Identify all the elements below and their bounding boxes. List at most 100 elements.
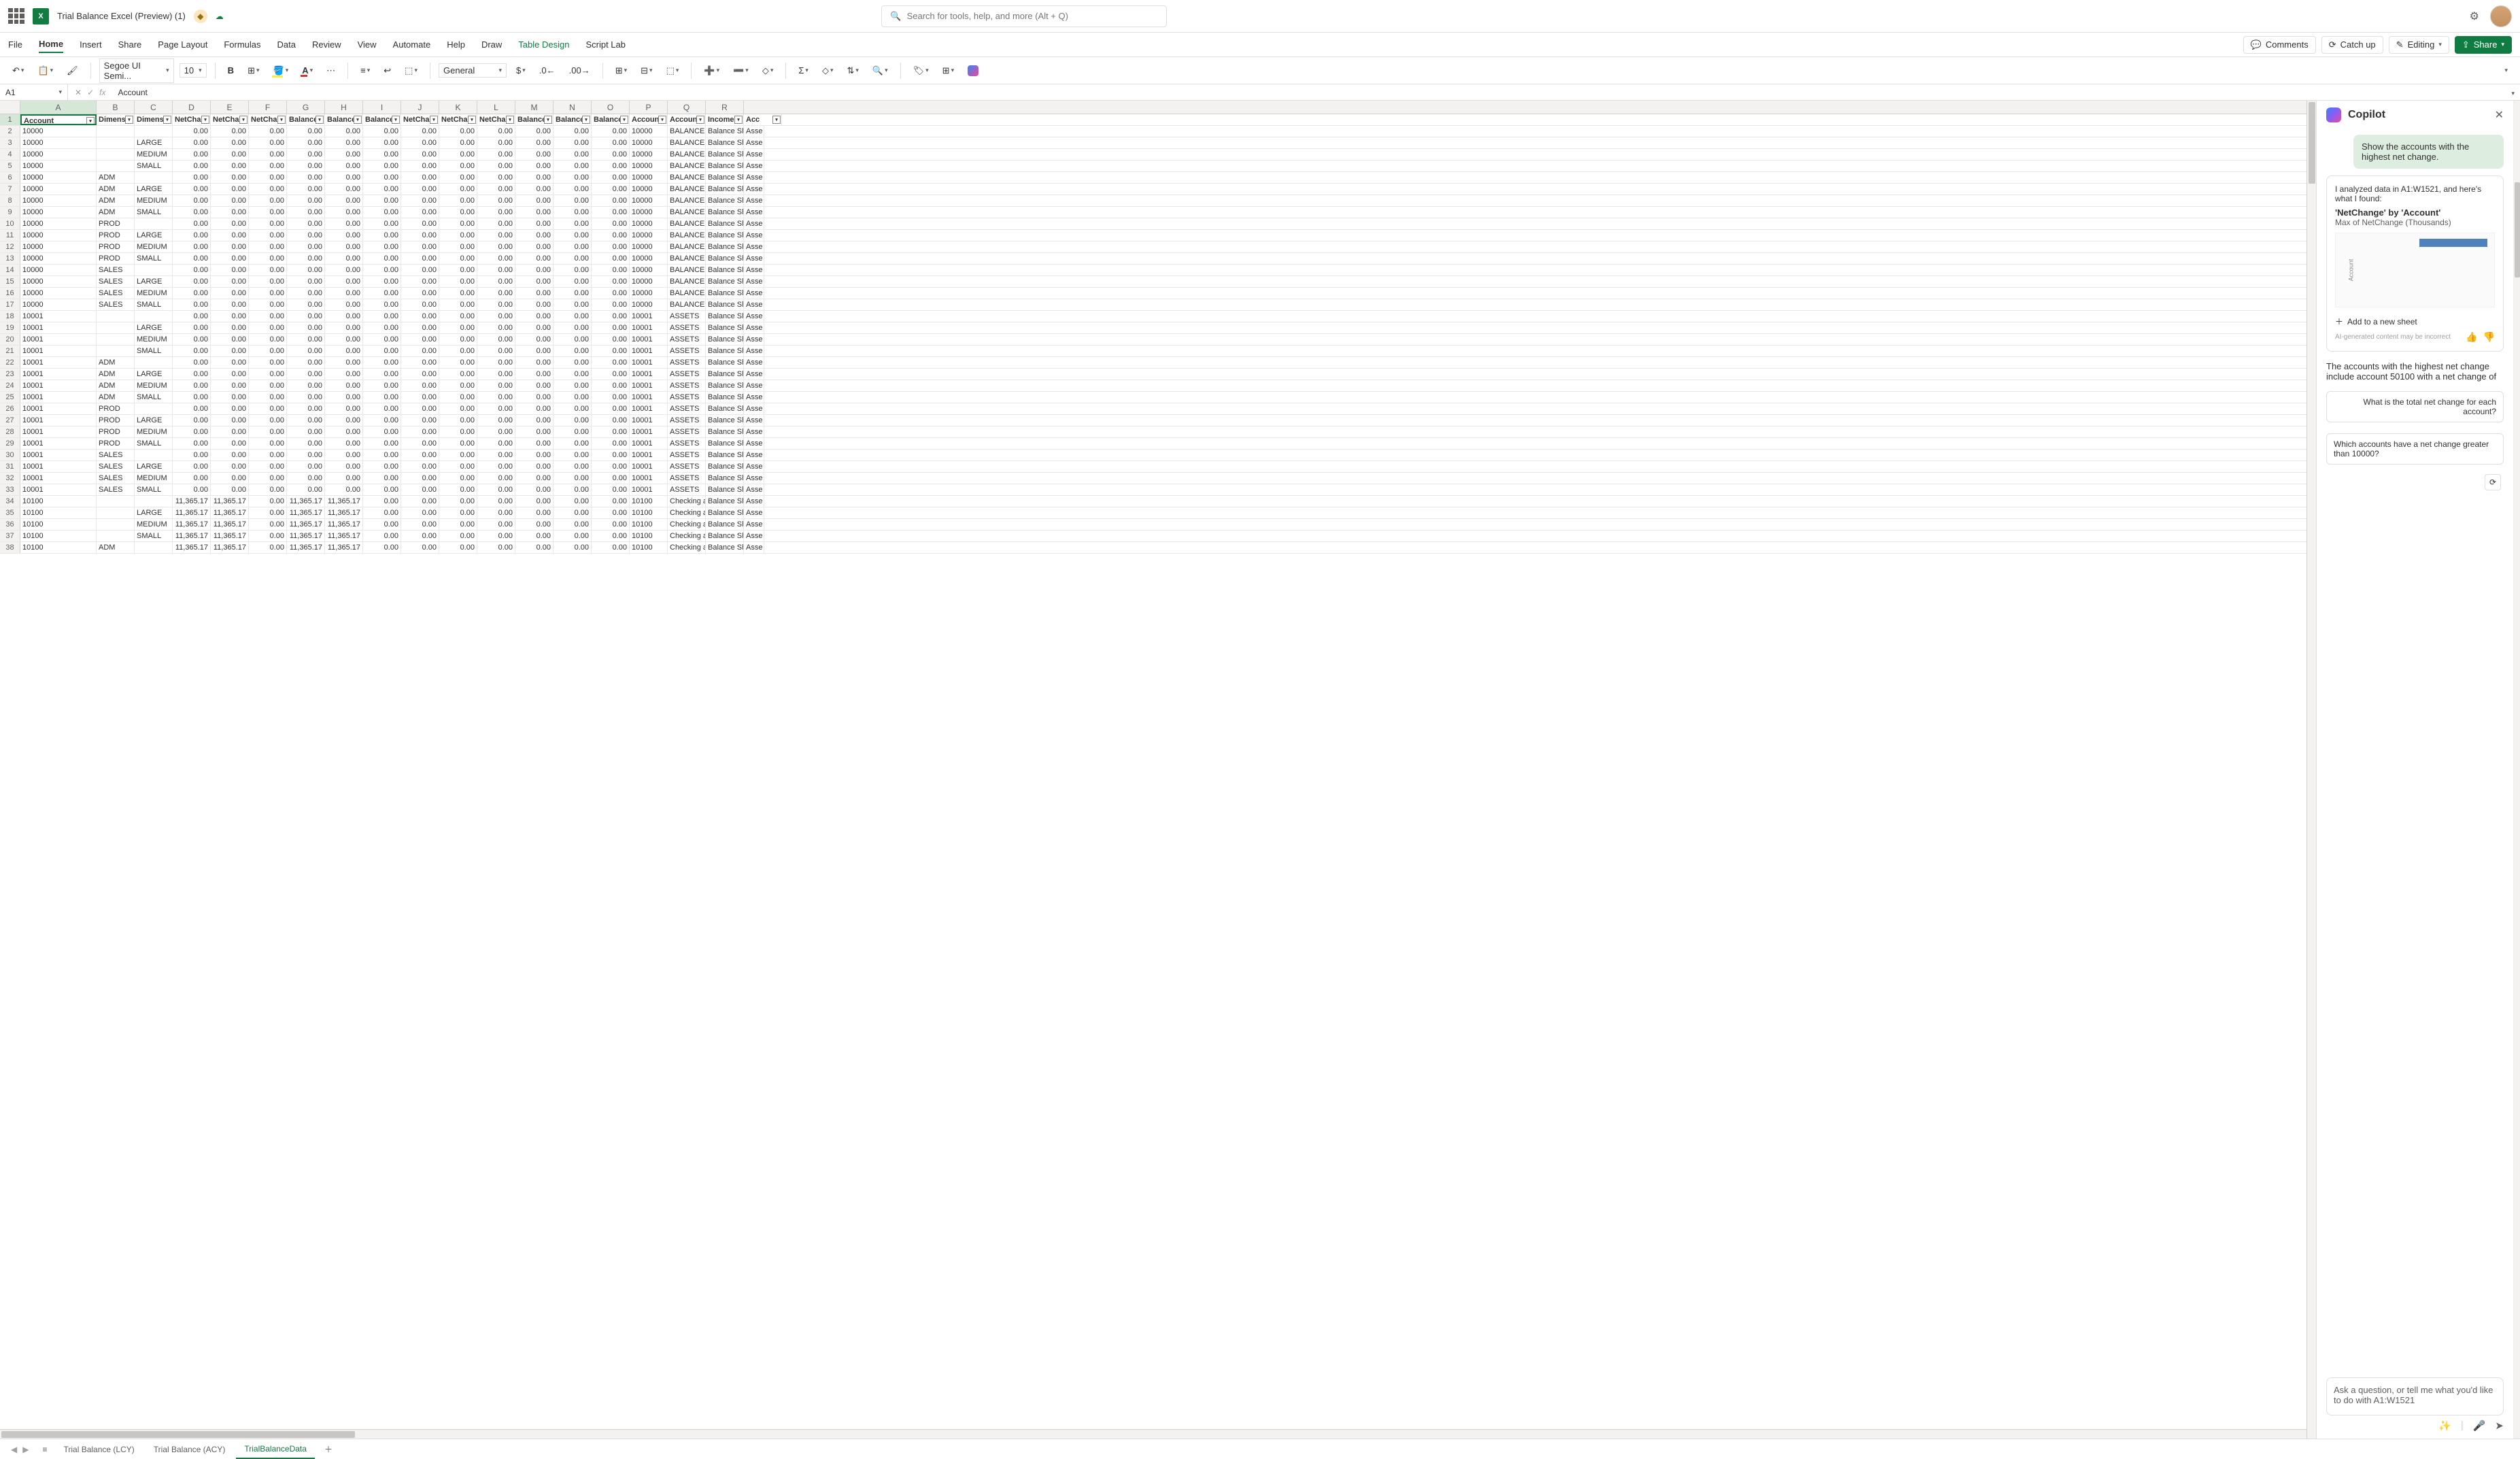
cell[interactable]: 10001 xyxy=(630,450,668,460)
cell[interactable]: PROD xyxy=(97,218,135,229)
cell[interactable]: 0.00 xyxy=(325,392,363,403)
cell[interactable]: Asse xyxy=(744,288,764,299)
cell[interactable]: 0.00 xyxy=(401,137,439,148)
cell[interactable] xyxy=(135,542,173,553)
cell[interactable]: 0.00 xyxy=(401,288,439,299)
cell[interactable]: 0.00 xyxy=(211,311,249,322)
cell[interactable]: 0.00 xyxy=(325,311,363,322)
cell[interactable]: 10001 xyxy=(20,450,97,460)
filter-icon[interactable]: ▾ xyxy=(544,116,552,124)
search-bar[interactable]: 🔍 xyxy=(881,5,1167,27)
tab-formulas[interactable]: Formulas xyxy=(224,37,260,52)
cell[interactable]: 10100 xyxy=(630,496,668,507)
cell[interactable]: Balance Sh xyxy=(706,531,744,541)
delete-button[interactable]: ➖▾ xyxy=(729,63,753,79)
cell[interactable]: 0.00 xyxy=(401,496,439,507)
spreadsheet-grid[interactable]: A B C D E F G H I J K L M N O P Q R 1Acc… xyxy=(0,101,2306,1439)
col-header-c[interactable]: C xyxy=(135,101,173,114)
row-header[interactable]: 23 xyxy=(0,369,20,380)
cell[interactable]: SALES xyxy=(97,484,135,495)
cell[interactable]: Asse xyxy=(744,161,764,171)
cell[interactable]: 0.00 xyxy=(401,149,439,160)
cell[interactable]: 0.00 xyxy=(401,184,439,195)
cell[interactable]: 0.00 xyxy=(439,230,477,241)
cell[interactable]: 10001 xyxy=(630,357,668,368)
cell[interactable]: Asse xyxy=(744,519,764,530)
cell[interactable]: 0.00 xyxy=(554,403,592,414)
cell[interactable]: 0.00 xyxy=(325,403,363,414)
cell[interactable]: BALANCE S xyxy=(668,218,706,229)
cell[interactable]: 0.00 xyxy=(325,357,363,368)
table-header-cell[interactable]: Accoun▾ xyxy=(668,114,706,125)
cell[interactable]: 0.00 xyxy=(477,438,515,449)
cell[interactable]: 0.00 xyxy=(173,403,211,414)
cell[interactable]: 10001 xyxy=(20,392,97,403)
cell[interactable]: 0.00 xyxy=(325,161,363,171)
filter-icon[interactable]: ▾ xyxy=(620,116,628,124)
cell[interactable]: BALANCE S xyxy=(668,195,706,206)
user-avatar[interactable] xyxy=(2490,5,2512,27)
cell[interactable]: 0.00 xyxy=(363,149,401,160)
cell[interactable]: PROD xyxy=(97,415,135,426)
row-header[interactable]: 15 xyxy=(0,276,20,287)
cell[interactable]: 10000 xyxy=(630,265,668,275)
cell[interactable]: 0.00 xyxy=(401,357,439,368)
cell[interactable]: 0.00 xyxy=(249,137,287,148)
cell[interactable]: 0.00 xyxy=(363,311,401,322)
cell[interactable]: LARGE xyxy=(135,230,173,241)
row-header[interactable]: 29 xyxy=(0,438,20,449)
cell[interactable]: 0.00 xyxy=(592,473,630,484)
table-header-cell[interactable]: Balance▾ xyxy=(363,114,401,125)
vertical-scrollbar[interactable] xyxy=(2306,101,2316,1439)
col-header-d[interactable]: D xyxy=(173,101,211,114)
copilot-close-button[interactable]: ✕ xyxy=(2495,108,2504,122)
insert-cells-button[interactable]: ⊞▾ xyxy=(611,63,631,79)
filter-icon[interactable]: ▾ xyxy=(582,116,590,124)
cell[interactable]: 0.00 xyxy=(401,415,439,426)
cell[interactable]: 10000 xyxy=(630,276,668,287)
cell[interactable]: 0.00 xyxy=(249,322,287,333)
cell[interactable]: ADM xyxy=(97,369,135,380)
cell[interactable]: Asse xyxy=(744,542,764,553)
cell[interactable]: 0.00 xyxy=(439,137,477,148)
cell[interactable]: BALANCE S xyxy=(668,184,706,195)
filter-icon[interactable]: ▾ xyxy=(506,116,514,124)
cell[interactable]: Asse xyxy=(744,322,764,333)
tab-insert[interactable]: Insert xyxy=(80,37,102,52)
cell[interactable]: Balance Sh xyxy=(706,311,744,322)
cell[interactable]: 0.00 xyxy=(363,184,401,195)
cell[interactable]: 0.00 xyxy=(287,253,325,264)
cell[interactable]: 0.00 xyxy=(592,149,630,160)
cell[interactable]: Asse xyxy=(744,230,764,241)
cell[interactable]: 10100 xyxy=(20,519,97,530)
cell[interactable]: 10001 xyxy=(20,415,97,426)
cell[interactable]: 0.00 xyxy=(554,241,592,252)
cell[interactable]: 0.00 xyxy=(325,218,363,229)
cell[interactable]: 0.00 xyxy=(554,450,592,460)
cell[interactable]: 0.00 xyxy=(211,195,249,206)
cell[interactable]: 0.00 xyxy=(439,473,477,484)
cell[interactable]: Balance Sh xyxy=(706,542,744,553)
cell[interactable]: 0.00 xyxy=(325,137,363,148)
cell[interactable]: 10000 xyxy=(630,161,668,171)
row-header[interactable]: 37 xyxy=(0,531,20,541)
cell[interactable]: 11,365.17 xyxy=(211,519,249,530)
cell[interactable]: ASSETS xyxy=(668,369,706,380)
cell[interactable]: 10001 xyxy=(630,461,668,472)
cell[interactable]: 11,365.17 xyxy=(211,496,249,507)
cell[interactable]: 0.00 xyxy=(249,161,287,171)
cell[interactable]: 0.00 xyxy=(287,346,325,356)
share-button[interactable]: ⇪Share▾ xyxy=(2455,36,2512,54)
cell[interactable]: MEDIUM xyxy=(135,380,173,391)
cell[interactable]: 10001 xyxy=(630,438,668,449)
cell[interactable]: 0.00 xyxy=(249,265,287,275)
cell[interactable]: 10001 xyxy=(20,403,97,414)
cell[interactable]: 10000 xyxy=(630,299,668,310)
cell[interactable]: PROD xyxy=(97,438,135,449)
cell[interactable]: 10000 xyxy=(20,184,97,195)
cell[interactable]: 0.00 xyxy=(477,195,515,206)
horizontal-scrollbar[interactable] xyxy=(0,1429,2306,1439)
cell[interactable]: Balance Sh xyxy=(706,496,744,507)
cell[interactable]: 0.00 xyxy=(439,438,477,449)
cell[interactable]: Asse xyxy=(744,531,764,541)
